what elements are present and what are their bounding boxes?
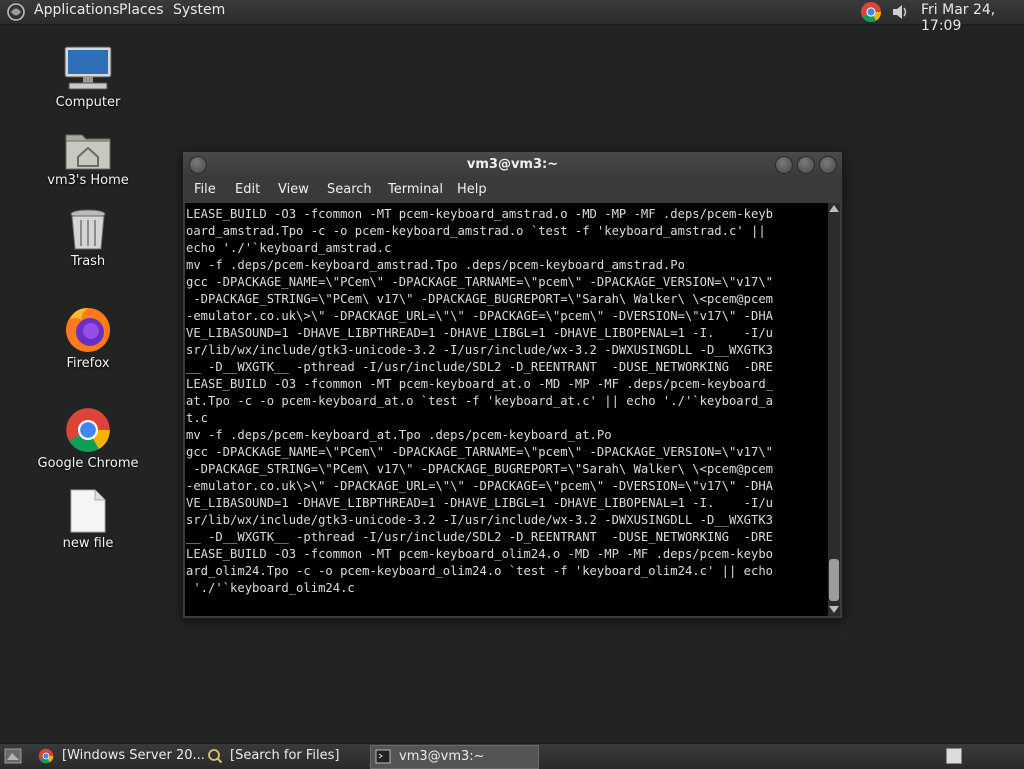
firefox-icon	[66, 308, 110, 352]
terminal-line: LEASE_BUILD -O3 -fcommon -MT pcem-keyboa…	[186, 377, 773, 391]
desktop-icon-label: vm3's Home	[47, 173, 129, 188]
terminal-output[interactable]: LEASE_BUILD -O3 -fcommon -MT pcem-keyboa…	[185, 203, 828, 616]
taskbar-item-label: [Windows Server 20...	[62, 748, 205, 763]
terminal-line: ard_olim24.Tpo -c -o pcem-keyboard_olim2…	[186, 564, 773, 578]
terminal-line: gcc -DPACKAGE_NAME=\"PCem\" -DPACKAGE_TA…	[186, 275, 773, 289]
show-desktop-icon[interactable]	[4, 748, 22, 764]
terminal-line: mv -f .deps/pcem-keyboard_amstrad.Tpo .d…	[186, 258, 685, 272]
terminal-line: __ -D__WXGTK__ -pthread -I/usr/include/S…	[186, 360, 773, 374]
menu-file[interactable]: File	[194, 182, 216, 197]
terminal-line: VE_LIBASOUND=1 -DHAVE_LIBPTHREAD=1 -DHAV…	[186, 496, 773, 510]
menu-search[interactable]: Search	[327, 182, 372, 197]
workspace-switcher-icon[interactable]	[946, 748, 962, 764]
terminal-line: LEASE_BUILD -O3 -fcommon -MT pcem-keyboa…	[186, 207, 773, 221]
terminal-window[interactable]: vm3@vm3:~ File Edit View Search Terminal…	[182, 151, 843, 619]
terminal-scrollbar[interactable]	[828, 203, 840, 616]
terminal-icon	[375, 749, 391, 764]
places-menu[interactable]: Places	[119, 2, 164, 18]
taskbar-item-windows-server[interactable]: [Windows Server 20...	[36, 745, 205, 767]
close-button[interactable]	[819, 156, 837, 174]
taskbar-item-label: [Search for Files]	[230, 748, 340, 763]
terminal-line: echo './'`keyboard_amstrad.c	[186, 241, 392, 255]
applications-menu-icon[interactable]	[6, 2, 26, 22]
terminal-line: LEASE_BUILD -O3 -fcommon -MT pcem-keyboa…	[186, 547, 773, 561]
terminal-line: -DPACKAGE_STRING=\"PCem\ v17\" -DPACKAGE…	[186, 462, 773, 476]
chrome-launcher-icon[interactable]	[860, 1, 882, 23]
terminal-line: mv -f .deps/pcem-keyboard_at.Tpo .deps/p…	[186, 428, 612, 442]
desktop-icon-firefox[interactable]: Firefox	[33, 306, 143, 371]
maximize-button[interactable]	[797, 156, 815, 174]
terminal-menubar: File Edit View Search Terminal Help	[183, 177, 842, 202]
file-icon	[70, 489, 106, 533]
taskbar-item-search-files[interactable]: [Search for Files]	[205, 745, 365, 767]
terminal-lines: LEASE_BUILD -O3 -fcommon -MT pcem-keyboa…	[185, 203, 828, 597]
desktop-icon-computer[interactable]: Computer	[33, 45, 143, 110]
volume-icon[interactable]	[890, 2, 910, 22]
top-panel: Applications Places System Fri Mar 24, 1…	[0, 0, 1024, 34]
desktop-icon-label: Google Chrome	[37, 456, 139, 471]
home-folder-icon	[65, 134, 111, 170]
terminal-line: -emulator.co.uk\>\" -DPACKAGE_URL=\"\" -…	[186, 309, 773, 323]
taskbar-item-terminal[interactable]: vm3@vm3:~	[370, 745, 539, 769]
menu-edit[interactable]: Edit	[235, 182, 260, 197]
desktop-icon-label: new file	[62, 536, 114, 551]
desktop-icon-new-file[interactable]: new file	[33, 488, 143, 551]
trash-icon	[70, 209, 106, 250]
terminal-line: -emulator.co.uk\>\" -DPACKAGE_URL=\"\" -…	[186, 479, 773, 493]
terminal-line: -DPACKAGE_STRING=\"PCem\ v17\" -DPACKAGE…	[186, 292, 773, 306]
desktop-icon-label: Trash	[70, 254, 106, 269]
computer-icon	[64, 46, 112, 90]
clock[interactable]: Fri Mar 24, 17:09	[921, 2, 1024, 34]
search-icon	[208, 749, 223, 764]
terminal-line: __ -D__WXGTK__ -pthread -I/usr/include/S…	[186, 530, 773, 544]
menu-terminal[interactable]: Terminal	[388, 182, 443, 197]
scroll-up-arrow-icon[interactable]	[829, 205, 839, 212]
bottom-panel: [Windows Server 20... [Search for Files]…	[0, 743, 1024, 769]
desktop-icon-trash[interactable]: Trash	[33, 208, 143, 269]
desktop-icon-label: Computer	[55, 95, 121, 110]
system-menu[interactable]: System	[173, 2, 225, 18]
window-titlebar[interactable]: vm3@vm3:~	[183, 152, 842, 177]
chrome-icon	[38, 748, 54, 764]
desktop-icon-label: Firefox	[66, 356, 110, 371]
terminal-line: sr/lib/wx/include/gtk3-unicode-3.2 -I/us…	[186, 513, 773, 527]
scrollbar-thumb[interactable]	[829, 559, 839, 601]
terminal-line: gcc -DPACKAGE_NAME=\"PCem\" -DPACKAGE_TA…	[186, 445, 773, 459]
taskbar-item-label: vm3@vm3:~	[399, 749, 485, 764]
terminal-line: './'`keyboard_olim24.c	[186, 581, 355, 595]
applications-menu[interactable]: Applications	[34, 2, 120, 18]
terminal-line: sr/lib/wx/include/gtk3-unicode-3.2 -I/us…	[186, 343, 773, 357]
minimize-button[interactable]	[775, 156, 793, 174]
terminal-line: VE_LIBASOUND=1 -DHAVE_LIBPTHREAD=1 -DHAV…	[186, 326, 773, 340]
terminal-line: t.c	[186, 411, 209, 425]
desktop-icon-home[interactable]: vm3's Home	[33, 127, 143, 188]
window-title: vm3@vm3:~	[466, 157, 559, 172]
terminal-line: oard_amstrad.Tpo -c -o pcem-keyboard_ams…	[186, 224, 766, 238]
scroll-down-arrow-icon[interactable]	[829, 606, 839, 613]
desktop-icon-chrome[interactable]: Google Chrome	[33, 406, 143, 471]
chrome-icon	[66, 408, 110, 452]
menu-help[interactable]: Help	[457, 182, 487, 197]
menu-view[interactable]: View	[278, 182, 309, 197]
terminal-line: at.Tpo -c -o pcem-keyboard_at.o `test -f…	[186, 394, 773, 408]
